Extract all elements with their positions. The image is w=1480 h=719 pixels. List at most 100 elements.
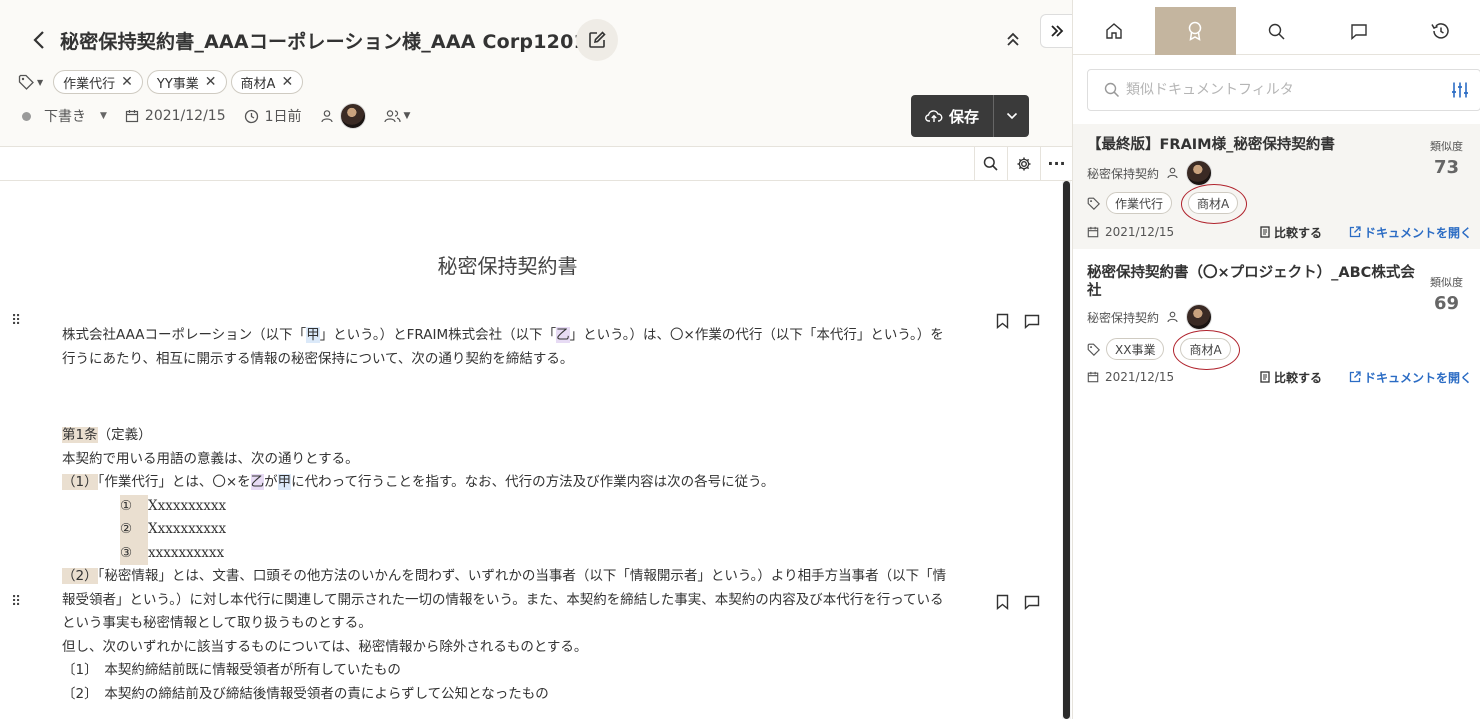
similarity-score: 69: [1433, 293, 1459, 314]
drag-handle-icon[interactable]: ⠿: [11, 595, 23, 609]
compare-button[interactable]: 比較する: [1259, 369, 1322, 386]
exclusion-item: 〔1〕 本契約締結前既に情報受領者が所有していたもの: [62, 662, 401, 678]
edit-title-button[interactable]: [576, 19, 618, 61]
open-document-link[interactable]: ドキュメントを開く: [1349, 369, 1472, 386]
sub-item-text: Xxxxxxxxxx: [148, 497, 227, 514]
close-icon[interactable]: ✕: [205, 75, 217, 89]
document-toolbar: ···: [0, 147, 1072, 181]
clause-number: （2）: [62, 568, 98, 584]
search-button[interactable]: [974, 147, 1006, 180]
bookmark-button[interactable]: [992, 592, 1012, 612]
compare-icon: [1260, 371, 1270, 383]
clause-text: が: [264, 474, 278, 490]
sub-item-text: Xxxxxxxxxx: [148, 521, 227, 537]
bookmark-button[interactable]: [992, 311, 1012, 331]
avatar: [1186, 160, 1213, 186]
save-button-group: 保存: [911, 95, 1029, 137]
members-dropdown[interactable]: ▼: [383, 109, 410, 123]
document-type: 秘密保持契約: [1087, 166, 1160, 181]
user-icon: [320, 110, 333, 123]
filter-settings-button[interactable]: [1440, 70, 1480, 110]
compare-icon: [1260, 226, 1270, 238]
side-panel-tabs: [1073, 7, 1480, 55]
similar-document-card[interactable]: 【最終版】FRAIM様_秘密保持契約書 類似度 73 秘密保持契約 作業代行 商…: [1073, 124, 1480, 249]
document-body[interactable]: 秘密保持契約書 ⠿ 株式会社AAAコーポレーション（以下「甲」という。）とFRA…: [0, 181, 1060, 719]
comment-button[interactable]: [1022, 592, 1042, 612]
tag-chip: YY事業 ✕: [146, 70, 227, 94]
similar-document-card[interactable]: 秘密保持契約書（〇×プロジェクト）_ABC株式会社 類似度 69 秘密保持契約 …: [1073, 256, 1480, 396]
compare-button[interactable]: 比較する: [1259, 224, 1322, 241]
result-date-text: 2021/12/15: [1105, 225, 1175, 239]
filter-input[interactable]: [1120, 71, 1440, 109]
tag-label: 商材A: [240, 76, 276, 92]
tab-history[interactable]: [1399, 7, 1480, 55]
clause-text: に代わって行うことを指す。なお、代行の方法及び作業内容は次の各号に従う。: [291, 474, 775, 490]
result-footer: 2021/12/15 比較する ドキュメントを開く: [1087, 369, 1472, 386]
tag-list: ▼ 作業代行 ✕ YY事業 ✕ 商材A ✕: [18, 70, 304, 94]
comment-button[interactable]: [1022, 311, 1042, 331]
external-link-icon: [1349, 371, 1361, 383]
result-date-text: 2021/12/15: [1105, 370, 1175, 384]
updated-time: 1日前: [244, 106, 302, 126]
clause-1: （1）「作業代行」とは、〇×を乙が甲に代わって行うことを指す。なお、代行の方法及…: [62, 471, 957, 495]
date-text: 2021/12/15: [144, 108, 226, 124]
save-options-button[interactable]: [993, 95, 1029, 137]
result-type-row: 秘密保持契約: [1087, 160, 1213, 186]
party-kou-mark: 甲: [306, 327, 320, 343]
article-1: 第1条（定義） 本契約で用いる用語の意義は、次の通りとする。 （1）「作業代行」…: [62, 424, 957, 706]
tag-icon: [1087, 197, 1100, 210]
party-otsu-mark: 乙: [250, 474, 265, 490]
result-title[interactable]: 秘密保持契約書（〇×プロジェクト）_ABC株式会社: [1087, 264, 1422, 300]
sub-item: ③ xxxxxxxxxx: [62, 541, 957, 565]
scrollbar-thumb[interactable]: [1063, 181, 1070, 719]
tag-picker[interactable]: ▼: [18, 74, 43, 90]
result-date: 2021/12/15: [1087, 370, 1174, 384]
owner[interactable]: [320, 103, 366, 129]
search-icon: [1104, 82, 1120, 98]
result-title[interactable]: 【最終版】FRAIM様_秘密保持契約書: [1087, 136, 1407, 154]
sliders-icon: [1452, 82, 1468, 98]
similarity-score: 73: [1433, 157, 1459, 178]
sub-item-number: ①: [120, 494, 148, 518]
relative-time-text: 1日前: [264, 109, 302, 125]
cloud-upload-icon: [925, 110, 943, 122]
sub-item: ① Xxxxxxxxxx: [62, 494, 957, 518]
document-meta: 下書き ▼ 2021/12/15 1日前 ▼: [22, 103, 428, 129]
tab-similar-documents[interactable]: [1154, 7, 1237, 55]
external-link-icon: [1349, 226, 1361, 238]
document-scrollbar[interactable]: [1062, 181, 1071, 719]
chevrons-up-icon: [1007, 32, 1019, 46]
result-tag: XX事業: [1106, 338, 1165, 360]
toggle-side-panel-button[interactable]: [1040, 14, 1072, 48]
clause-2: （2）「秘密情報」とは、文書、口頭その他方法のいかんを問わず、いずれかの当事者（…: [62, 565, 957, 636]
avatar: [339, 103, 366, 129]
page-title: 秘密保持契約書_AAAコーポレーション様_AAA Corp1201: [60, 31, 587, 53]
save-button[interactable]: 保存: [911, 95, 993, 137]
collapse-header-button[interactable]: [1003, 28, 1023, 50]
more-button[interactable]: ···: [1040, 147, 1072, 180]
settings-button[interactable]: [1007, 147, 1039, 180]
search-icon: [983, 156, 998, 171]
chevron-down-icon: ▼: [37, 77, 44, 87]
tag-label: YY事業: [156, 76, 199, 92]
open-document-link[interactable]: ドキュメントを開く: [1349, 224, 1472, 241]
close-icon[interactable]: ✕: [121, 75, 133, 89]
open-document-label: ドキュメントを開く: [1363, 370, 1472, 385]
result-tags: XX事業 商材A: [1087, 330, 1240, 370]
tab-search[interactable]: [1236, 7, 1318, 55]
sub-item: ② Xxxxxxxxxx: [62, 518, 957, 542]
article-line: 但し、次のいずれかに該当するものについては、秘密情報から除外されるものとする。: [62, 638, 588, 655]
history-icon: [1431, 23, 1449, 39]
tab-comments[interactable]: [1318, 7, 1400, 55]
back-button[interactable]: [28, 28, 50, 52]
drag-handle-icon[interactable]: ⠿: [11, 314, 23, 328]
compare-label: 比較する: [1274, 225, 1323, 240]
party-otsu-mark: 乙: [556, 327, 570, 343]
comment-icon: [1024, 314, 1040, 329]
status-dropdown[interactable]: 下書き ▼: [22, 106, 107, 126]
close-icon[interactable]: ✕: [281, 75, 293, 89]
tab-home[interactable]: [1073, 7, 1155, 55]
clause-number: （1）: [62, 474, 98, 490]
sub-item-number: ②: [120, 518, 148, 542]
result-tags: 作業代行 商材A: [1087, 184, 1248, 224]
